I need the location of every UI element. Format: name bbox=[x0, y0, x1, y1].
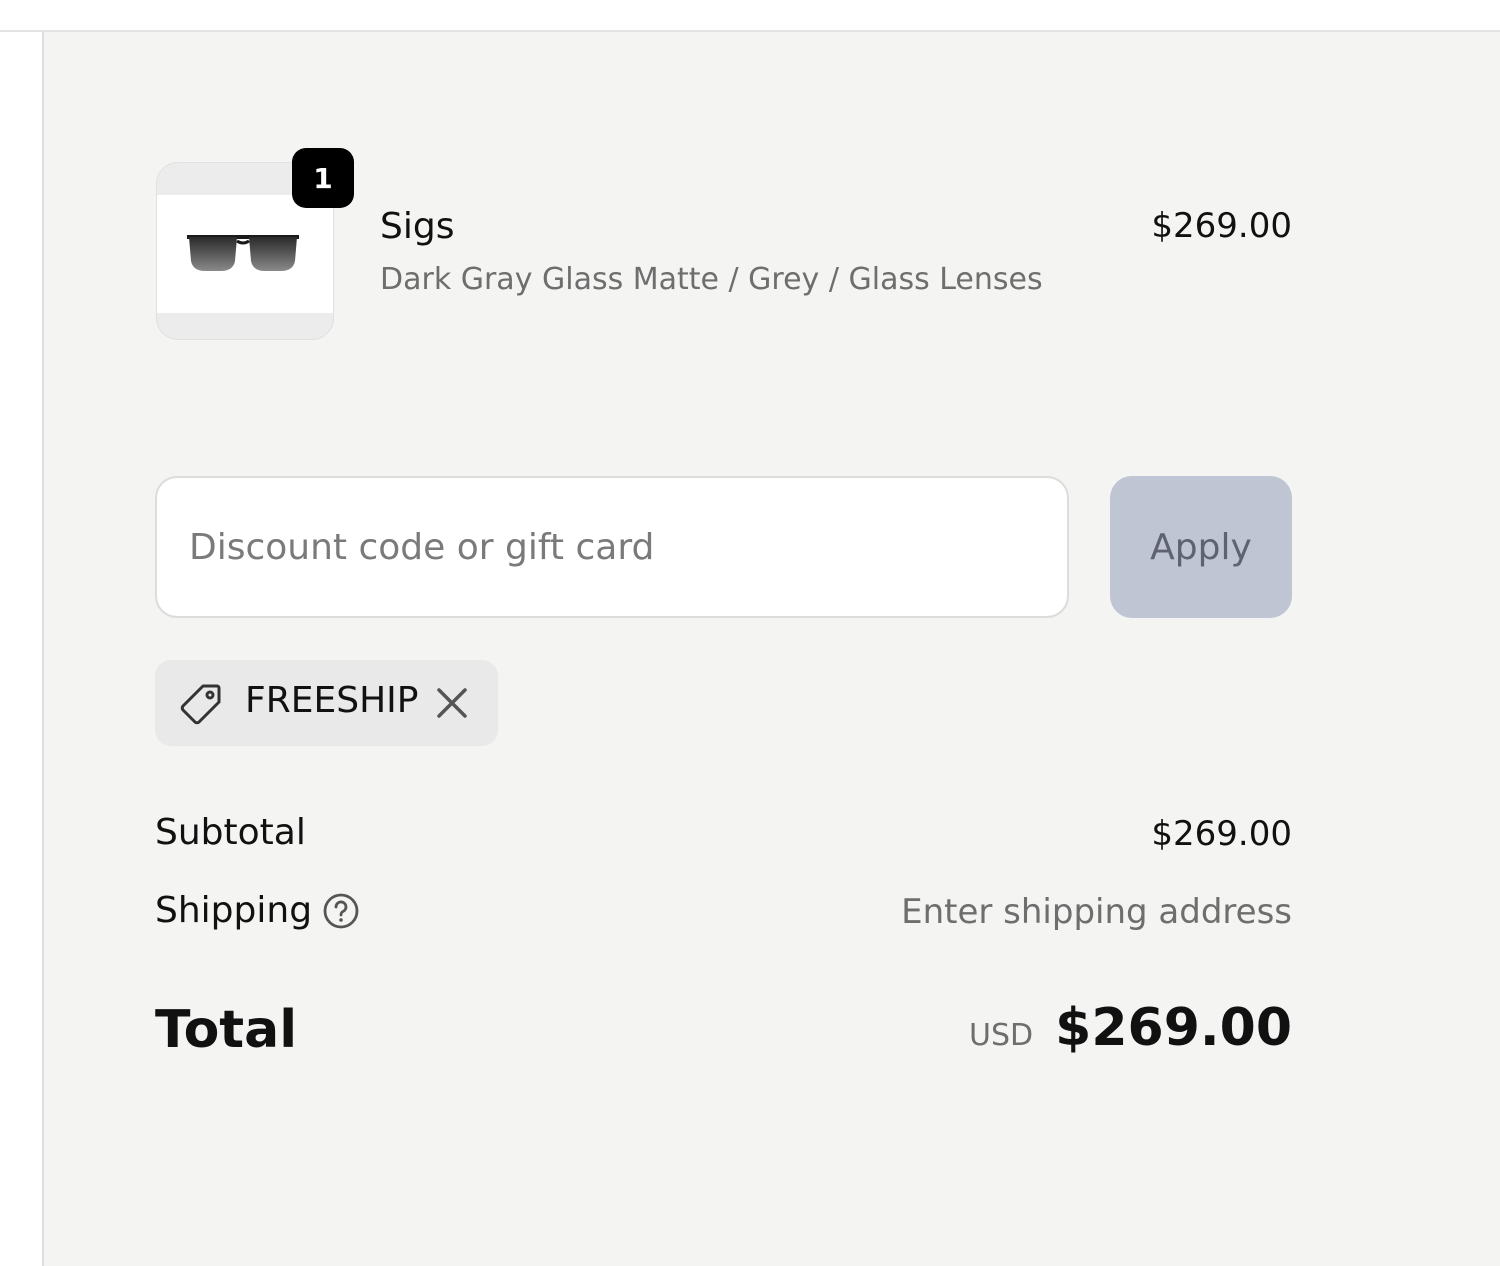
shipping-label: Shipping bbox=[155, 890, 313, 931]
tag-icon bbox=[180, 684, 221, 725]
total-value: USD $269.00 bbox=[969, 998, 1292, 1058]
total-label: Total bbox=[155, 1000, 298, 1060]
product-price: $269.00 bbox=[1151, 206, 1292, 246]
line-item-thumbnail: 1 bbox=[156, 148, 354, 342]
currency-code: USD bbox=[969, 1018, 1034, 1053]
question-circle-icon[interactable] bbox=[322, 892, 360, 930]
close-icon bbox=[437, 688, 467, 718]
quantity-badge: 1 bbox=[292, 148, 354, 208]
remove-discount-button[interactable] bbox=[431, 682, 473, 724]
total-amount: $269.00 bbox=[1055, 998, 1292, 1058]
sunglasses-icon bbox=[187, 235, 299, 271]
apply-discount-button[interactable]: Apply bbox=[1110, 476, 1292, 618]
product-name: Sigs bbox=[380, 206, 455, 247]
shipping-value: Enter shipping address bbox=[901, 892, 1292, 932]
discount-code-input[interactable] bbox=[155, 476, 1069, 618]
page-header-strip bbox=[0, 0, 1500, 32]
subtotal-label: Subtotal bbox=[155, 812, 306, 853]
applied-discount-code: FREESHIP bbox=[245, 680, 419, 721]
subtotal-value: $269.00 bbox=[1151, 814, 1292, 854]
product-variant: Dark Gray Glass Matte / Grey / Glass Len… bbox=[380, 262, 1043, 297]
main-content-edge bbox=[0, 32, 44, 1266]
applied-discount-chip: FREESHIP bbox=[155, 660, 498, 746]
